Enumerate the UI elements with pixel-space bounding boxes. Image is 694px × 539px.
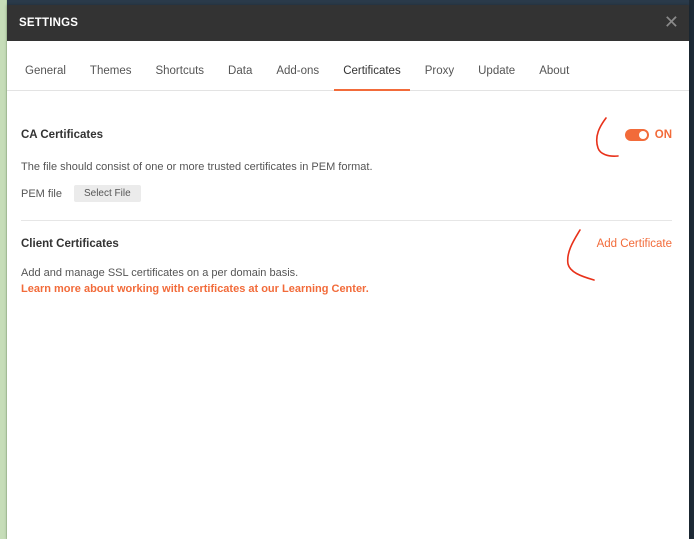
ca-certificates-section: CA Certificates ON The file should consi… [21,91,672,202]
toggle-knob [638,131,647,139]
background-app-strip [0,0,7,539]
tab-shortcuts[interactable]: Shortcuts [146,60,213,90]
ca-header-row: CA Certificates ON [21,125,672,145]
client-header-row: Client Certificates Add Certificate [21,238,672,250]
settings-tabs: General Themes Shortcuts Data Add-ons Ce… [7,41,689,91]
add-certificate-link[interactable]: Add Certificate [597,238,672,250]
client-certificates-title: Client Certificates [21,238,119,250]
certificates-panel: CA Certificates ON The file should consi… [7,91,689,295]
close-icon[interactable]: ✕ [664,14,679,32]
modal-header: SETTINGS ✕ [7,5,689,41]
window-right-edge [689,0,694,539]
pem-file-row: PEM file Select File [21,185,672,202]
tab-add-ons[interactable]: Add-ons [267,60,328,90]
pem-file-label: PEM file [21,187,62,200]
client-description: Add and manage SSL certificates on a per… [21,267,299,279]
ca-description: The file should consist of one or more t… [21,161,373,173]
toggle-state-label: ON [654,129,672,141]
tab-about[interactable]: About [530,60,578,90]
ca-certificates-toggle[interactable]: ON [624,129,672,141]
tab-general[interactable]: General [16,60,75,90]
tab-proxy[interactable]: Proxy [416,60,463,90]
tab-data[interactable]: Data [219,60,261,90]
ca-certificates-title: CA Certificates [21,129,104,141]
settings-modal: SETTINGS ✕ General Themes Shortcuts Data… [7,5,689,539]
learning-center-link[interactable]: Learn more about working with certificat… [21,283,672,295]
tab-update[interactable]: Update [469,60,524,90]
tab-themes[interactable]: Themes [81,60,141,90]
toggle-switch[interactable] [624,129,649,141]
modal-title: SETTINGS [19,17,79,29]
client-certificates-section: Client Certificates Add Certificate Add … [21,221,672,295]
select-file-button[interactable]: Select File [73,185,141,202]
tab-certificates[interactable]: Certificates [334,60,410,91]
